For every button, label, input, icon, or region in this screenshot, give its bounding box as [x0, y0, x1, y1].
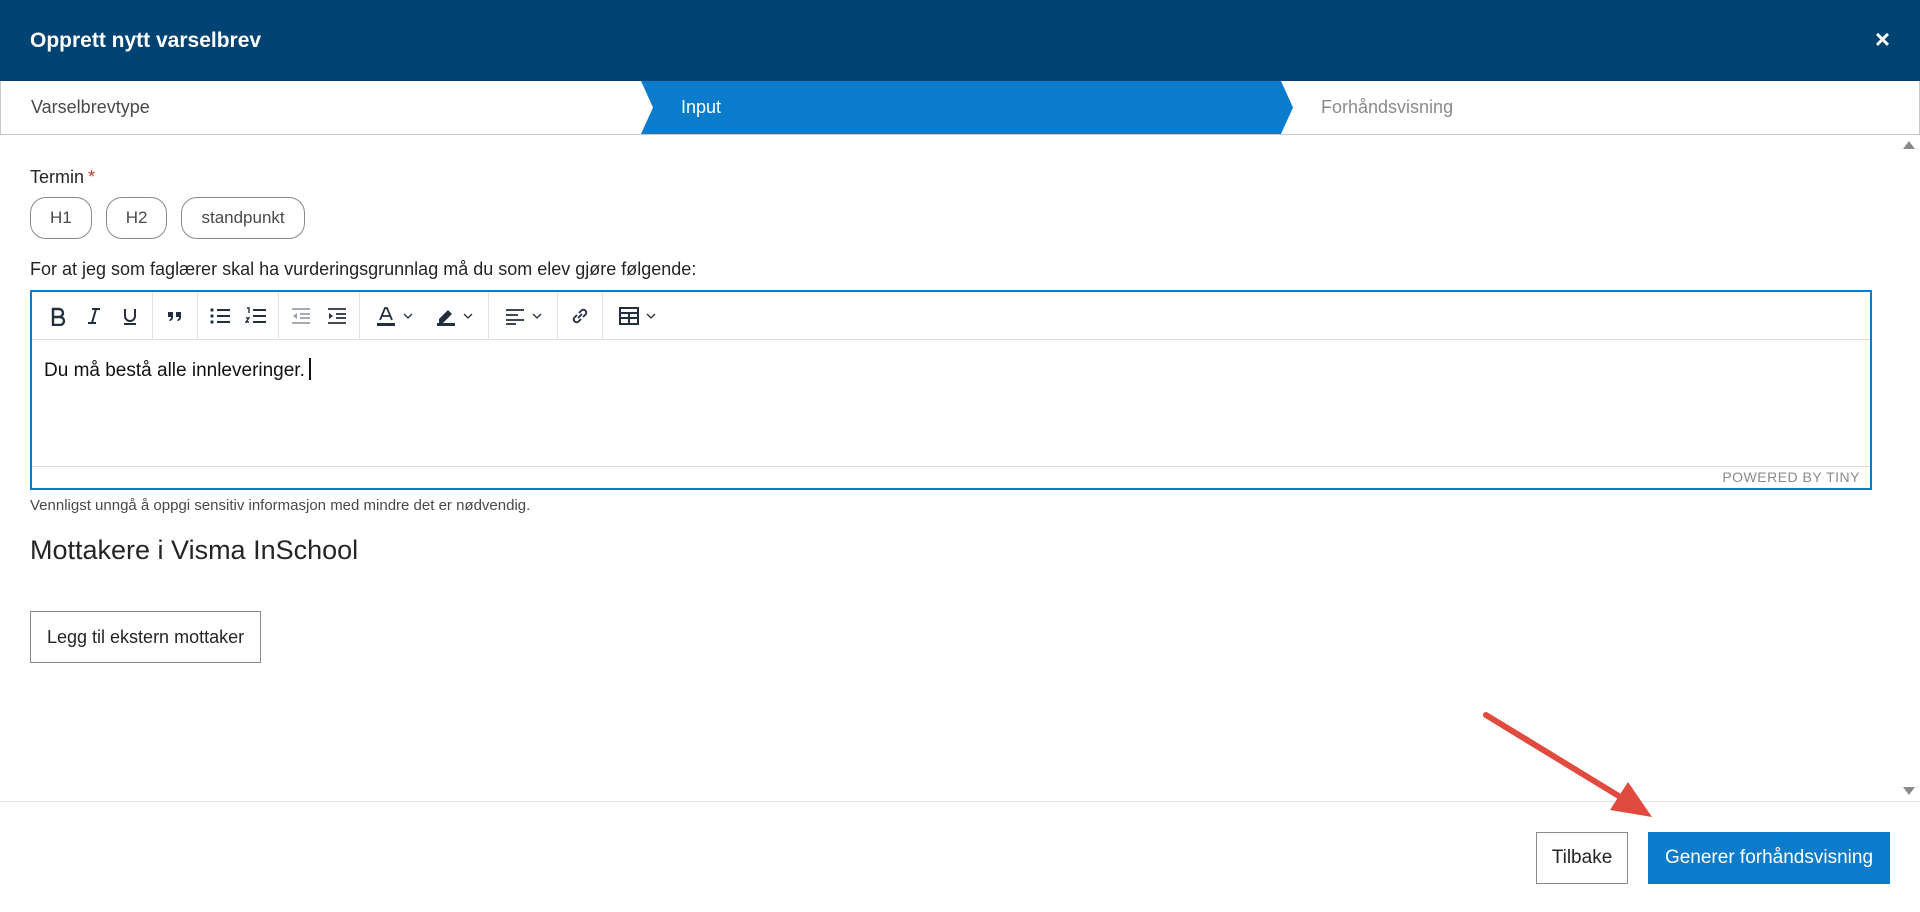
instruction-label: For at jeg som faglærer skal ha vurderin… — [30, 259, 697, 279]
rich-text-editor[interactable]: Du må bestå alle innleveringer. POWERED … — [30, 290, 1872, 490]
back-button[interactable]: Tilbake — [1536, 832, 1628, 884]
align-icon — [506, 308, 524, 325]
termin-options: H1 H2 standpunkt — [30, 197, 305, 239]
termin-chip-h1[interactable]: H1 — [30, 197, 92, 239]
text-cursor — [308, 358, 311, 380]
toolbar-group-lists — [198, 291, 279, 340]
toolbar-group-indent — [279, 291, 360, 340]
toolbar-group-color — [360, 291, 489, 340]
scroll-up-icon[interactable] — [1903, 141, 1915, 149]
italic-icon[interactable] — [76, 298, 112, 334]
indent-icon[interactable] — [319, 298, 355, 334]
editor-body[interactable]: Du må bestå alle innleveringer. — [32, 340, 1870, 466]
sensitive-info-hint: Vennligst unngå å oppgi sensitiv informa… — [30, 497, 531, 514]
text-color-button[interactable] — [364, 298, 424, 334]
text-color-icon — [377, 306, 395, 326]
editor-text: Du må bestå alle innleveringer. — [44, 360, 305, 381]
chevron-down-icon — [646, 313, 656, 319]
termin-label: Termin * — [30, 167, 95, 188]
generate-preview-button[interactable]: Generer forhåndsvisning — [1648, 832, 1890, 884]
required-marker: * — [88, 167, 96, 187]
add-external-recipient-button[interactable]: Legg til ekstern mottaker — [30, 611, 262, 663]
toolbar-group-align — [489, 291, 558, 340]
numbered-list-icon[interactable] — [238, 298, 274, 334]
step-input-label: Input — [681, 97, 722, 117]
termin-label-text: Termin — [30, 167, 85, 187]
close-icon[interactable]: × — [1875, 24, 1890, 54]
step-active-shape — [641, 81, 1293, 134]
chevron-down-icon — [403, 313, 413, 319]
underline-icon[interactable] — [112, 298, 148, 334]
toolbar-group-quote — [153, 291, 198, 340]
highlight-button[interactable] — [424, 298, 484, 334]
bold-icon[interactable] — [40, 298, 76, 334]
bullet-list-icon[interactable] — [202, 298, 238, 334]
step-forhandsvisning[interactable]: Forhåndsvisning — [1321, 81, 1453, 134]
toolbar-group-table — [603, 292, 671, 340]
chevron-down-icon — [532, 313, 542, 319]
termin-chip-standpunkt[interactable]: standpunkt — [181, 197, 305, 239]
step-varselbrevtype[interactable]: Varselbrevtype — [31, 81, 150, 134]
scroll-down-icon[interactable] — [1903, 787, 1915, 795]
link-icon[interactable] — [562, 298, 598, 334]
step-input[interactable]: Input — [641, 81, 1293, 134]
toolbar-group-format — [36, 291, 153, 340]
outdent-icon[interactable] — [283, 298, 319, 334]
blockquote-icon[interactable] — [157, 298, 193, 334]
toolbar-group-link — [558, 291, 603, 340]
termin-chip-h2[interactable]: H2 — [105, 197, 168, 239]
editor-branding[interactable]: POWERED BY TINY — [32, 466, 1870, 488]
table-icon — [619, 306, 639, 325]
dialog-header: Opprett nytt varselbrev × — [0, 0, 1920, 81]
wizard-steps: Varselbrevtype Input Forhåndsvisning — [0, 81, 1920, 135]
align-button[interactable] — [493, 298, 553, 334]
annotation-arrow — [1483, 712, 1652, 817]
table-button[interactable] — [607, 298, 667, 334]
recipients-title: Mottakere i Visma InSchool — [30, 535, 359, 565]
editor-toolbar — [32, 291, 1870, 340]
highlight-icon — [437, 309, 455, 326]
dialog-title: Opprett nytt varselbrev — [30, 28, 262, 52]
chevron-down-icon — [463, 313, 473, 319]
